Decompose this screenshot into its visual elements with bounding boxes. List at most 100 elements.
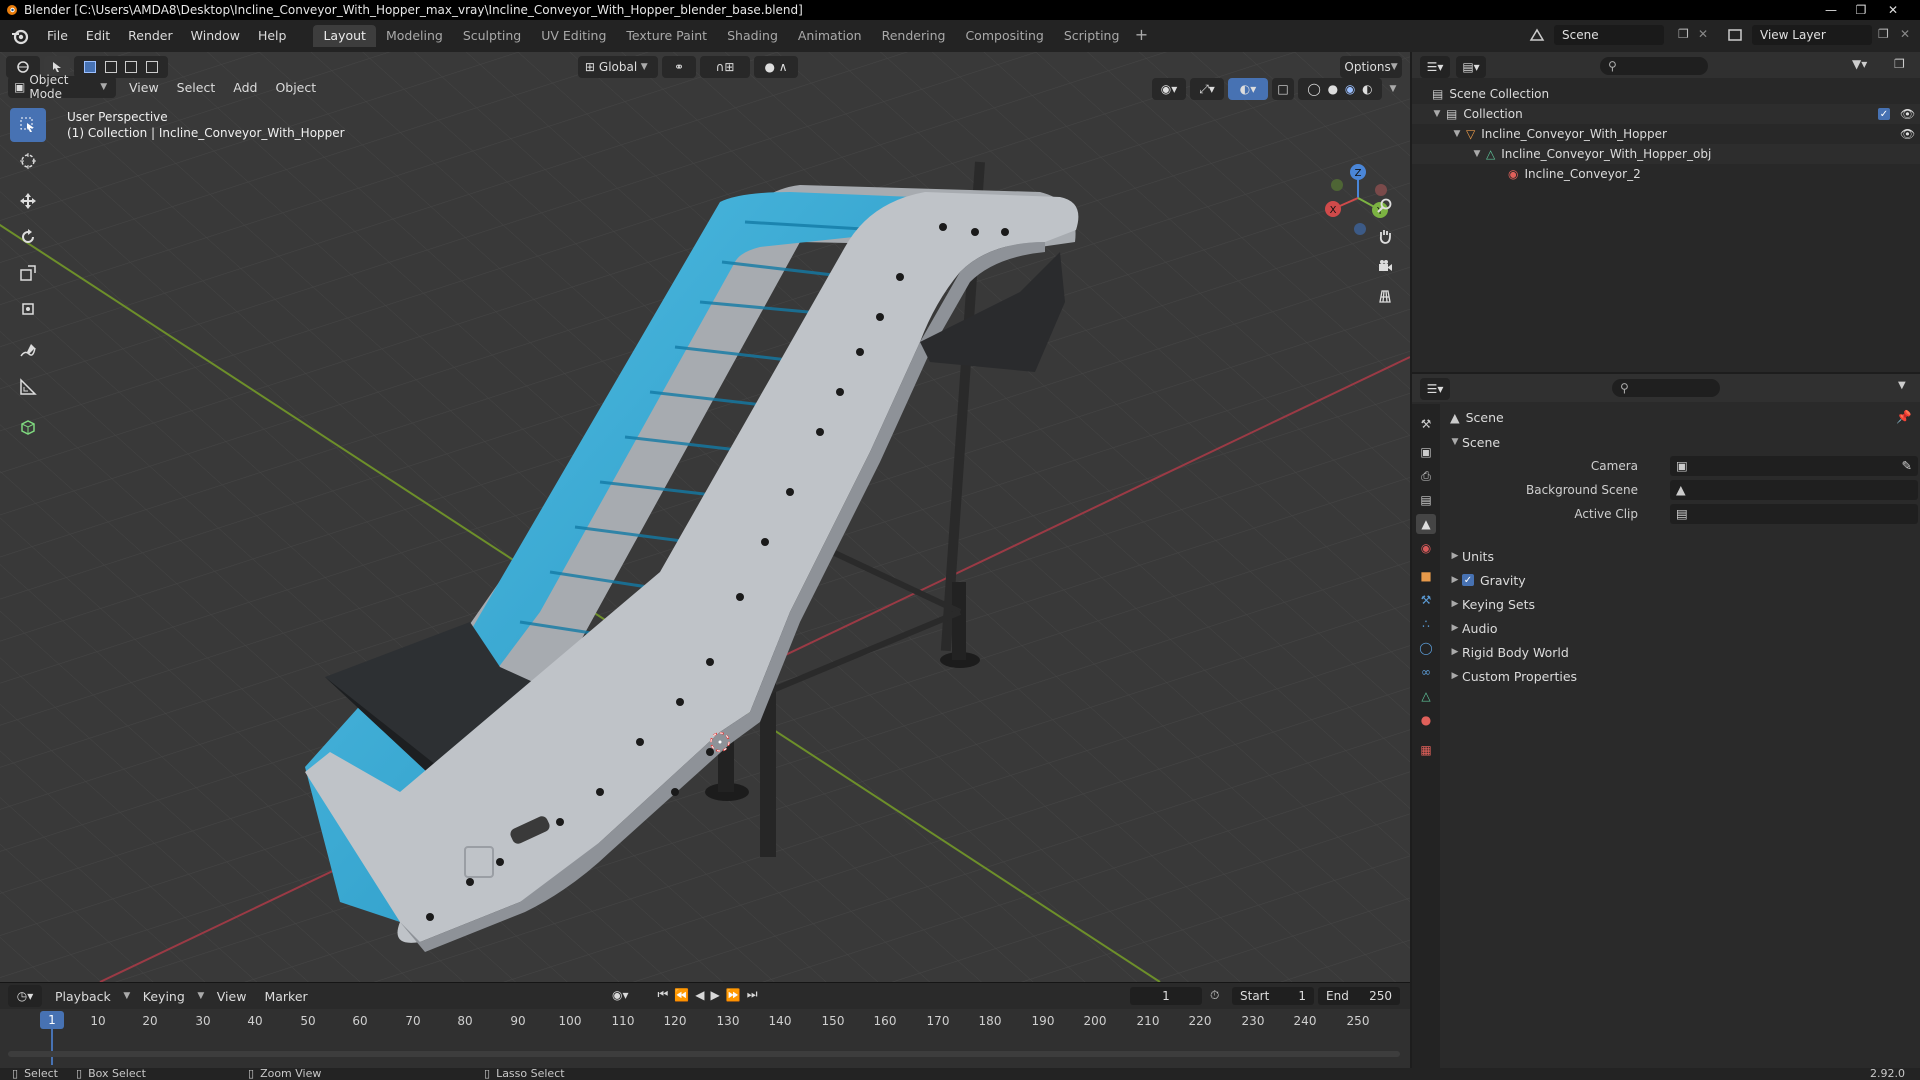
transform-orientation-dropdown[interactable]: ⊞ Global ▼ — [578, 56, 658, 78]
pivot-point-dropdown[interactable]: ⚭ — [662, 56, 696, 78]
tab-rendering[interactable]: Rendering — [872, 25, 956, 47]
pin-icon[interactable]: 📌 — [1896, 409, 1912, 425]
menu-window[interactable]: Window — [182, 24, 249, 48]
outliner-row-scene-collection[interactable]: ▤ Scene Collection — [1412, 84, 1920, 104]
expand-icon[interactable]: ▼ — [1430, 109, 1444, 119]
view-layer-selector[interactable]: View Layer — [1752, 25, 1872, 45]
play-icon[interactable]: ▶ — [711, 988, 720, 1002]
jump-end-icon[interactable]: ⏭ — [747, 987, 758, 1002]
tab-animation[interactable]: Animation — [788, 25, 872, 47]
select-box-tool[interactable] — [10, 108, 46, 142]
material-tab-icon[interactable]: ● — [1416, 710, 1436, 730]
custom-properties-panel-header[interactable]: ▶ Custom Properties — [1442, 664, 1920, 688]
outliner-editor-type-icon[interactable]: ☰▾ — [1420, 56, 1450, 78]
new-view-layer-icon[interactable]: ❐ — [1878, 27, 1889, 41]
intersect-selection-icon[interactable] — [145, 61, 158, 73]
camera-field[interactable]: ▣ ✎ — [1670, 456, 1918, 476]
rigid-body-world-panel-header[interactable]: ▶ Rigid Body World — [1442, 640, 1920, 664]
object-mode-dropdown[interactable]: ▣ Object Mode ▼ — [8, 73, 116, 101]
collection-exclude-checkbox[interactable]: ✓ — [1878, 108, 1890, 120]
minimize-button[interactable]: — — [1816, 0, 1846, 20]
shading-dropdown-icon[interactable]: ▼ — [1386, 84, 1400, 94]
gravity-checkbox[interactable]: ✓ — [1462, 574, 1474, 586]
rendered-shading-icon[interactable]: ◐ — [1362, 82, 1372, 96]
scene-selector[interactable]: Scene — [1554, 25, 1664, 45]
keying-sets-panel-header[interactable]: ▶ Keying Sets — [1442, 592, 1920, 616]
timeline-editor-type-icon[interactable]: ◷▾ — [8, 985, 42, 1007]
add-cube-tool[interactable] — [10, 410, 46, 444]
measure-tool[interactable] — [10, 370, 46, 404]
proportional-editing-toggle[interactable]: ● ∧ — [754, 56, 798, 78]
viewport-menu-object[interactable]: Object — [266, 80, 325, 95]
wireframe-shading-icon[interactable]: ◯ — [1307, 82, 1320, 96]
tab-shading[interactable]: Shading — [717, 25, 788, 47]
solid-shading-icon[interactable]: ● — [1328, 82, 1338, 96]
tab-uv-editing[interactable]: UV Editing — [531, 25, 616, 47]
xray-toggle[interactable]: □ — [1272, 78, 1294, 100]
extend-selection-icon[interactable] — [104, 61, 117, 73]
cursor-tool[interactable] — [10, 144, 46, 178]
camera-view-icon[interactable] — [1371, 252, 1399, 280]
data-tab-icon[interactable]: △ — [1416, 686, 1436, 706]
timeline-scrollbar[interactable] — [8, 1051, 1400, 1057]
viewport-canvas[interactable]: Z X Y — [0, 52, 1410, 982]
jump-start-icon[interactable]: ⏮ — [658, 987, 669, 1002]
delete-scene-icon[interactable]: ✕ — [1698, 27, 1708, 41]
object-tab-icon[interactable]: ■ — [1416, 566, 1436, 586]
scene-tab-icon[interactable]: ▲ — [1416, 514, 1436, 534]
overlays-toggle[interactable]: ◐▾ — [1228, 78, 1268, 100]
chevron-down-icon[interactable]: ▼ — [1898, 380, 1906, 391]
visibility-eye-icon[interactable]: 👁 — [1900, 127, 1915, 141]
menu-file[interactable]: File — [38, 24, 77, 48]
constraints-tab-icon[interactable]: ∞ — [1416, 662, 1436, 682]
outliner-row-material[interactable]: ◉ Incline_Conveyor_2 — [1412, 164, 1920, 184]
options-dropdown[interactable]: Options ▼ — [1340, 56, 1402, 78]
render-tab-icon[interactable]: ▣ — [1416, 442, 1436, 462]
transform-tool[interactable] — [10, 292, 46, 326]
viewport-menu-view[interactable]: View — [120, 80, 168, 95]
end-frame-field[interactable]: End 250 — [1318, 987, 1400, 1005]
perspective-toggle-icon[interactable] — [1371, 282, 1399, 310]
blender-menu-icon[interactable] — [10, 26, 30, 46]
physics-tab-icon[interactable]: ◯ — [1416, 638, 1436, 658]
eyedropper-icon[interactable]: ✎ — [1902, 458, 1912, 473]
scale-tool[interactable] — [10, 256, 46, 290]
add-workspace-button[interactable]: + — [1129, 24, 1153, 48]
tab-sculpting[interactable]: Sculpting — [453, 25, 531, 47]
outliner-row-mesh[interactable]: ▼ △ Incline_Conveyor_With_Hopper_obj — [1412, 144, 1920, 164]
active-clip-field[interactable]: ▤ — [1670, 504, 1918, 524]
menu-render[interactable]: Render — [119, 24, 182, 48]
timeline-ruler[interactable]: 1 10 20 30 40 50 60 70 80 90 100 110 120… — [0, 1011, 1410, 1033]
menu-help[interactable]: Help — [249, 24, 296, 48]
rotate-tool[interactable] — [10, 220, 46, 254]
prev-keyframe-icon[interactable]: ⏪ — [674, 988, 689, 1002]
viewport-menu-add[interactable]: Add — [224, 80, 266, 95]
tab-layout[interactable]: Layout — [313, 25, 376, 47]
tab-scripting[interactable]: Scripting — [1054, 25, 1130, 47]
material-shading-icon[interactable]: ◉ — [1345, 82, 1355, 96]
visibility-eye-icon[interactable]: 👁 — [1900, 107, 1915, 121]
playhead-frame-indicator[interactable]: 1 — [40, 1011, 64, 1029]
gravity-panel-header[interactable]: ▶ ✓ Gravity — [1442, 568, 1920, 592]
outliner-row-collection[interactable]: ▼ ▤ Collection ✓ 👁 — [1412, 104, 1920, 124]
outliner-row-object[interactable]: ▼ ▽ Incline_Conveyor_With_Hopper 👁 — [1412, 124, 1920, 144]
world-tab-icon[interactable]: ◉ — [1416, 538, 1436, 558]
close-button[interactable]: ✕ — [1878, 0, 1908, 20]
units-panel-header[interactable]: ▶ Units — [1442, 544, 1920, 568]
scene-browse-icon[interactable] — [1524, 25, 1550, 45]
properties-editor-type-icon[interactable]: ☰▾ — [1420, 378, 1450, 400]
timeline-menu-playback[interactable]: Playback — [46, 989, 120, 1004]
view-layer-tab-icon[interactable]: ▤ — [1416, 490, 1436, 510]
annotate-tool[interactable] — [10, 334, 46, 368]
visibility-dropdown[interactable]: ◉▾ — [1152, 78, 1186, 100]
timeline-menu-marker[interactable]: Marker — [255, 989, 316, 1004]
current-frame-field[interactable]: 1 — [1130, 987, 1202, 1005]
texture-tab-icon[interactable]: ▦ — [1416, 740, 1436, 760]
viewport-menu-select[interactable]: Select — [168, 80, 225, 95]
pan-hand-icon[interactable] — [1371, 222, 1399, 250]
stopwatch-icon[interactable]: ⏱ — [1210, 988, 1219, 1003]
properties-search-input[interactable]: ⚲ — [1612, 379, 1720, 397]
tab-texture-paint[interactable]: Texture Paint — [616, 25, 717, 47]
filter-icon[interactable]: ▼▾ — [1852, 57, 1867, 71]
timeline-menu-keying[interactable]: Keying — [134, 989, 194, 1004]
